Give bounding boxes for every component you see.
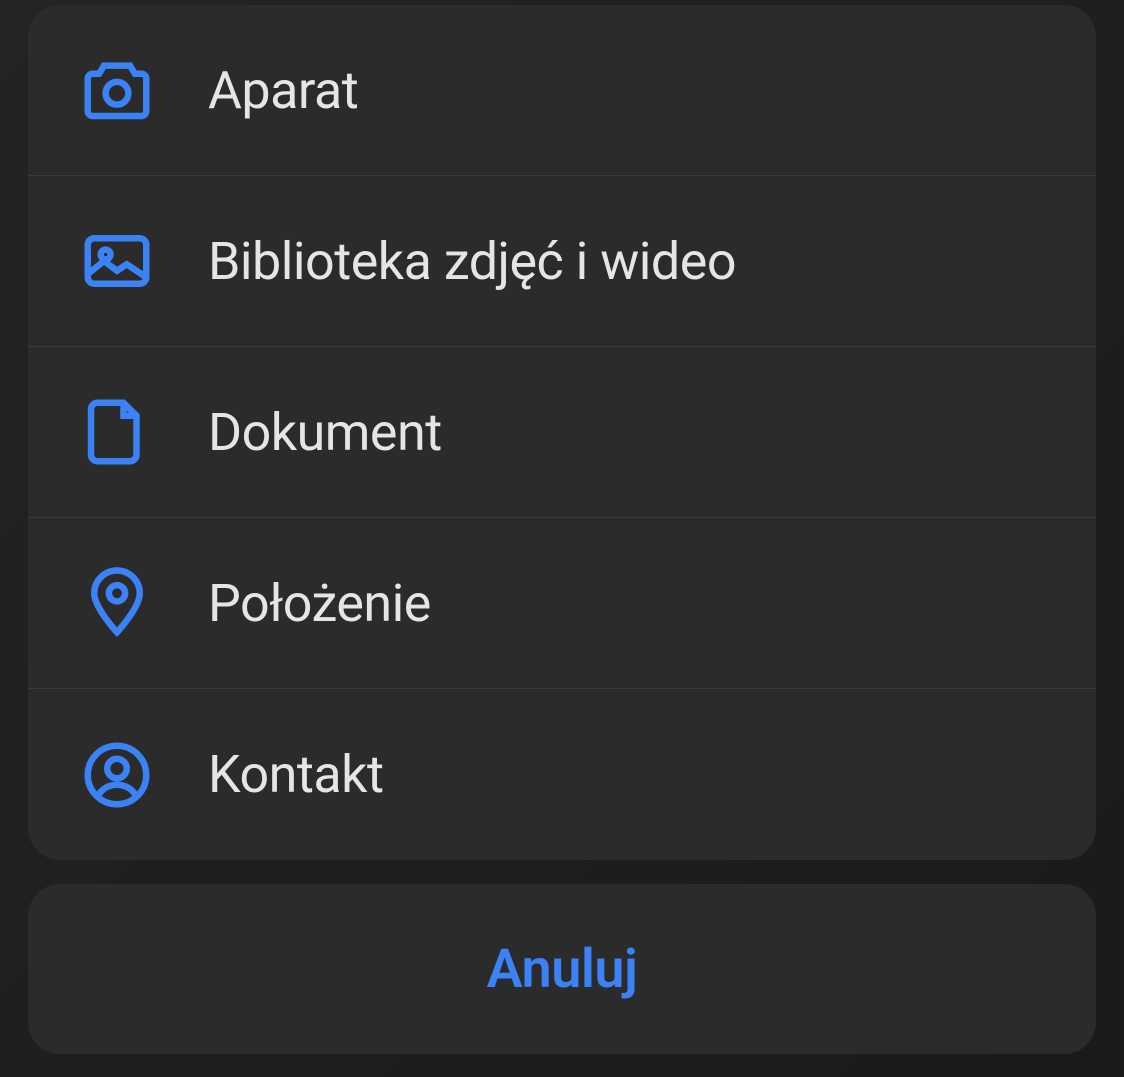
menu-item-photo-library[interactable]: Biblioteka zdjęć i wideo [28,176,1096,347]
menu-item-document[interactable]: Dokument [28,347,1096,518]
menu-item-camera[interactable]: Aparat [28,5,1096,176]
document-icon [76,391,158,473]
location-icon [76,562,158,644]
cancel-button[interactable]: Anuluj [28,884,1096,1054]
camera-icon [76,49,158,131]
attachment-menu: Aparat Biblioteka zdjęć i wideo Dokument [28,5,1096,860]
photo-library-icon [76,220,158,302]
menu-label: Kontakt [208,744,383,805]
cancel-label: Anuluj [487,938,638,1001]
menu-item-location[interactable]: Położenie [28,518,1096,689]
menu-label: Położenie [208,573,431,634]
menu-label: Aparat [208,60,358,121]
menu-label: Dokument [208,402,442,463]
menu-label: Biblioteka zdjęć i wideo [208,231,736,292]
contact-icon [76,734,158,816]
menu-item-contact[interactable]: Kontakt [28,689,1096,860]
